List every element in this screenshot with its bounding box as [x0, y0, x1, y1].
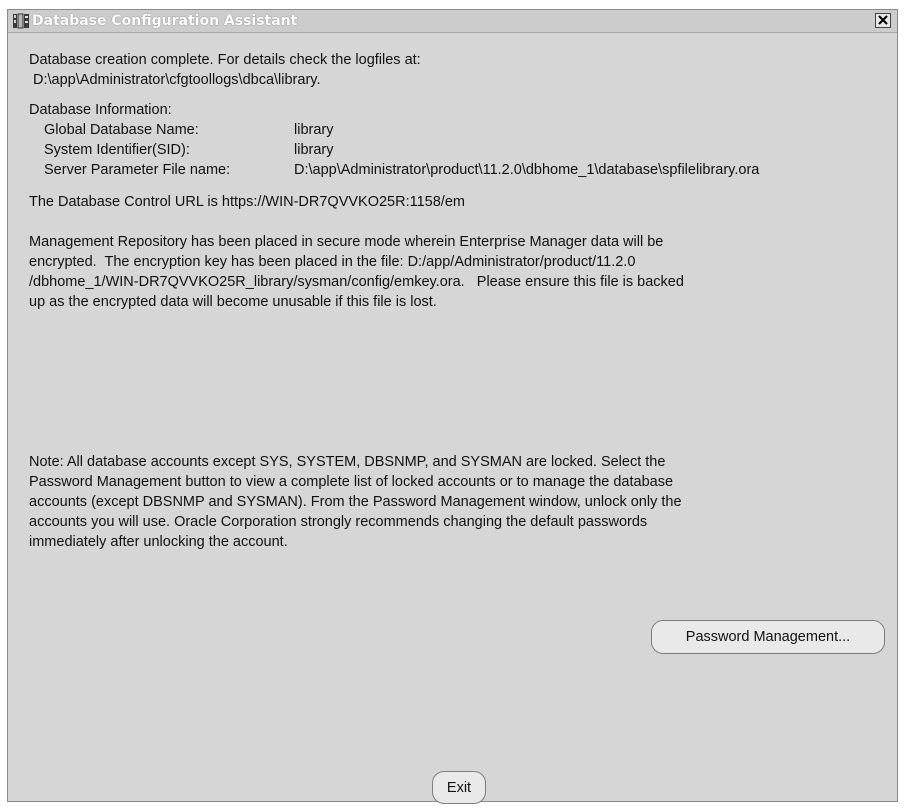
db-info-label: Global Database Name:: [44, 122, 199, 138]
db-info-label: System Identifier(SID):: [44, 142, 190, 158]
db-info-value: D:\app\Administrator\product\11.2.0\dbho…: [294, 162, 760, 178]
db-info-value: library: [294, 122, 334, 138]
repository-line: up as the encrypted data will become unu…: [29, 294, 437, 310]
db-info-table: Global Database Name: library System Ide…: [44, 120, 889, 180]
close-button[interactable]: [875, 13, 891, 28]
database-icon: [12, 13, 30, 29]
db-info-row: Server Parameter File name: D:\app\Admin…: [44, 160, 889, 180]
title-bar[interactable]: Database Configuration Assistant: [8, 10, 897, 33]
note-message: Note: All database accounts except SYS, …: [29, 452, 889, 552]
note-line: immediately after unlocking the account.: [29, 534, 288, 550]
db-info-label: Server Parameter File name:: [44, 162, 231, 178]
note-line: accounts you will use. Oracle Corporatio…: [29, 514, 648, 530]
note-line: Password Management button to view a com…: [29, 474, 674, 490]
control-url-text: The Database Control URL is https://WIN-…: [29, 194, 465, 210]
note-line: accounts (except DBSNMP and SYSMAN). Fro…: [29, 494, 682, 510]
note-line: Note: All database accounts except SYS, …: [29, 454, 666, 470]
window-title: Database Configuration Assistant: [32, 13, 298, 29]
close-icon: [878, 12, 888, 30]
repository-message: Management Repository has been placed in…: [29, 232, 889, 312]
db-info-heading: Database Information:: [29, 102, 172, 118]
repository-line: /dbhome_1/WIN-DR7QVVKO25R_library/sysman…: [29, 274, 684, 290]
password-management-button[interactable]: Password Management...: [651, 620, 885, 654]
repository-line: Management Repository has been placed in…: [29, 234, 664, 250]
db-info-value: library: [294, 142, 334, 158]
db-info-row: Global Database Name: library: [44, 120, 889, 140]
completion-message-line2: D:\app\Administrator\cfgtoollogs\dbca\li…: [29, 72, 321, 88]
exit-button[interactable]: Exit: [432, 771, 486, 804]
dialog-content: Database creation complete. For details …: [29, 50, 889, 552]
repository-line: encrypted. The encryption key has been p…: [29, 254, 636, 270]
completion-message-line1: Database creation complete. For details …: [29, 52, 421, 68]
dbca-dialog: Database Configuration Assistant Databas…: [7, 9, 898, 804]
db-info-row: System Identifier(SID): library: [44, 140, 889, 160]
